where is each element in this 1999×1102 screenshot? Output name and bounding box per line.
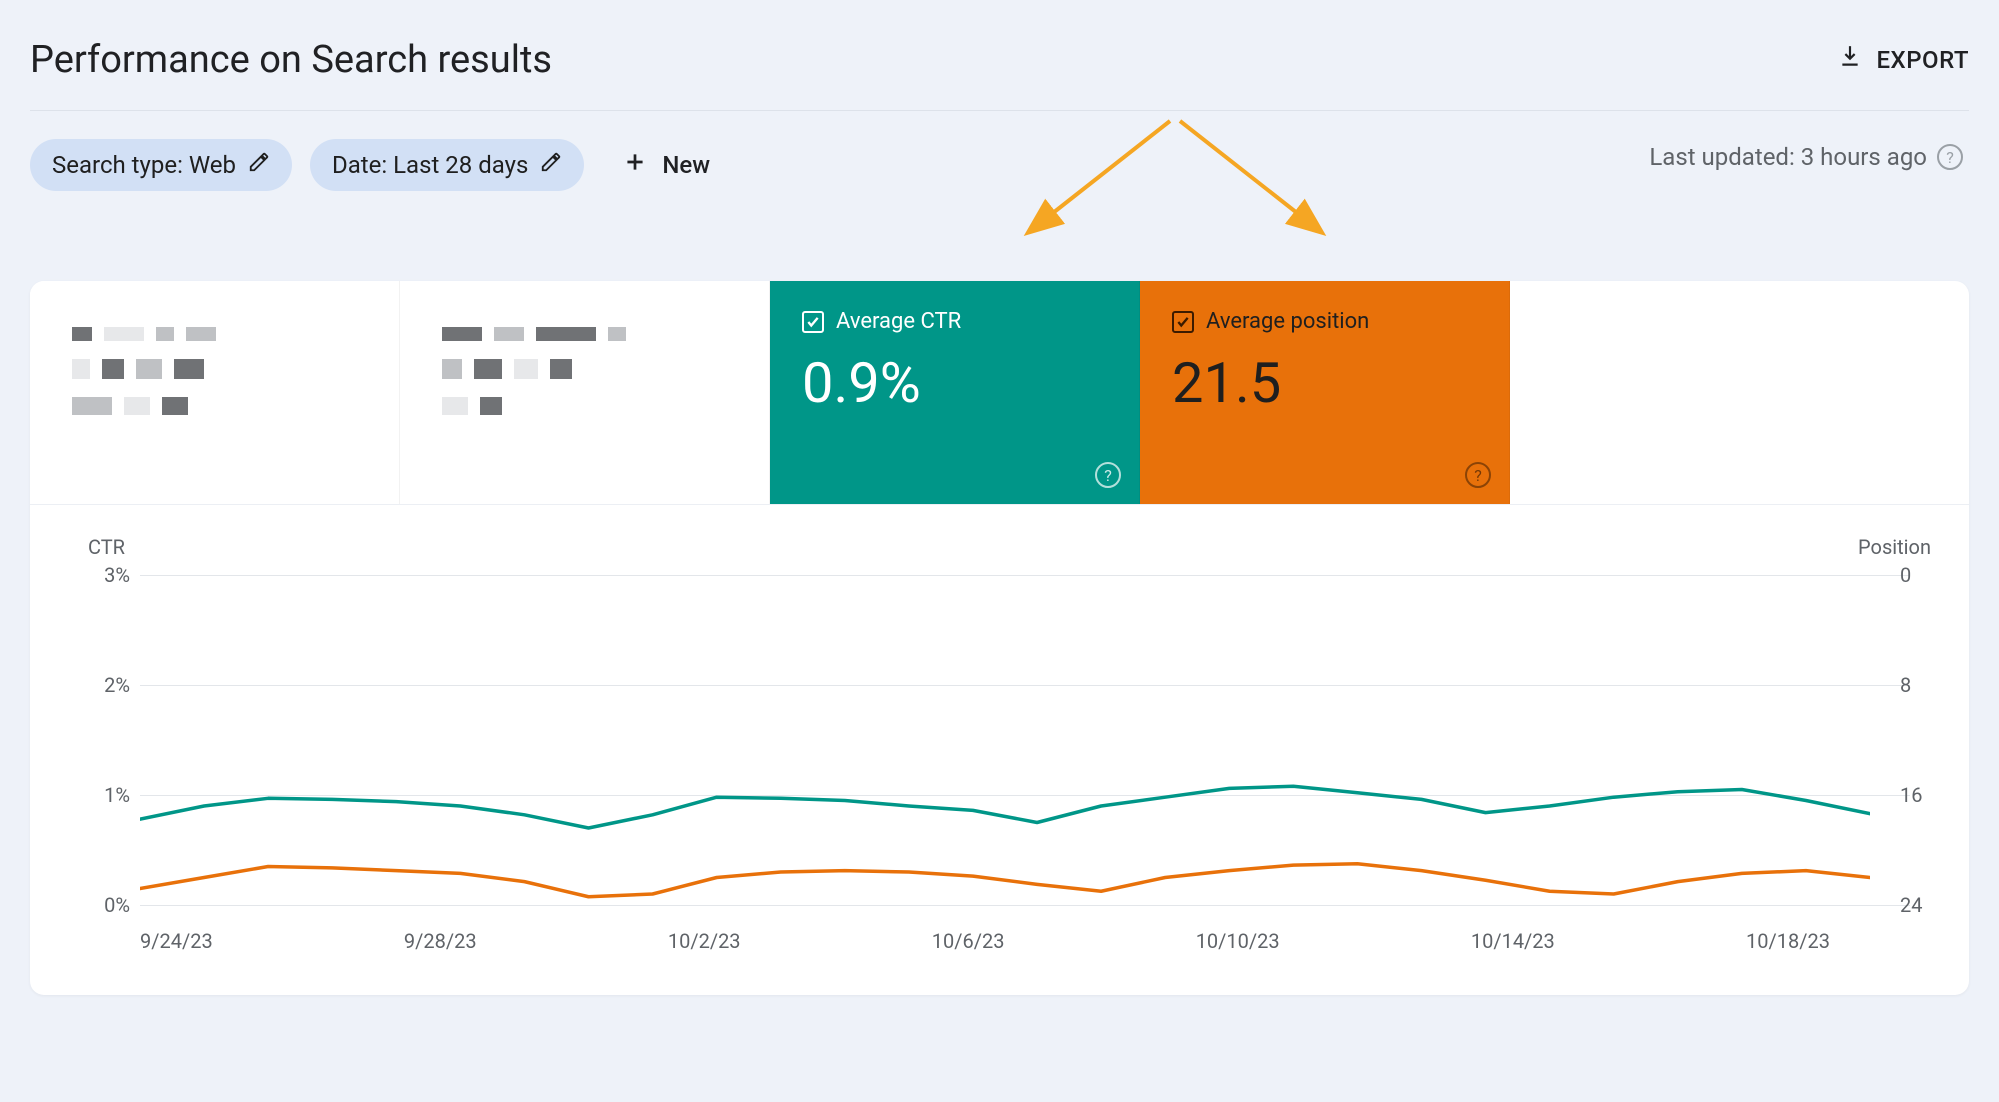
chart-plot[interactable]: 3%02%81%160%249/24/239/28/2310/2/2310/6/… — [140, 575, 1870, 905]
export-label: EXPORT — [1877, 46, 1970, 74]
chart-y-right-tick: 24 — [1900, 893, 1950, 917]
checkbox-checked-icon — [1172, 311, 1194, 333]
plus-icon — [622, 149, 648, 181]
help-icon[interactable]: ? — [1937, 144, 1963, 170]
chart-y-right-tick: 8 — [1900, 673, 1950, 697]
chart-y-right-tick: 0 — [1900, 563, 1950, 587]
header: Performance on Search results EXPORT — [30, 20, 1969, 111]
chart-y-left-tick: 2% — [80, 673, 130, 697]
help-icon[interactable]: ? — [1465, 462, 1491, 488]
filter-row: Search type: Web Date: Last 28 days New … — [30, 111, 1969, 191]
metric-ctr-label-row: Average CTR — [802, 309, 1111, 334]
chart-x-tick: 9/28/23 — [404, 929, 477, 953]
export-button[interactable]: EXPORT — [1837, 44, 1970, 76]
metric-tile-clicks[interactable] — [30, 281, 400, 504]
metric-tile-position[interactable]: Average position 21.5 ? — [1140, 281, 1510, 504]
chart-gridline — [140, 905, 1910, 906]
chart-area: CTR Position 3%02%81%160%249/24/239/28/2… — [30, 505, 1969, 995]
metric-ctr-value: 0.9% — [802, 350, 1111, 416]
chart-lines — [140, 575, 1870, 905]
page-title: Performance on Search results — [30, 38, 552, 82]
search-type-chip-label: Search type: Web — [52, 151, 236, 179]
last-updated: Last updated: 3 hours ago ? — [1649, 143, 1963, 171]
chart-x-tick: 10/10/23 — [1196, 929, 1280, 953]
help-icon[interactable]: ? — [1095, 462, 1121, 488]
annotation-arrows — [990, 111, 1370, 261]
chart-x-ticks: 9/24/23 9/28/23 10/2/23 10/6/23 10/10/23 10/1… — [140, 929, 1870, 953]
metric-position-value: 21.5 — [1172, 350, 1481, 416]
chart-series-line — [140, 786, 1870, 833]
metrics-row: Average CTR 0.9% ? Average position 21.5… — [30, 281, 1969, 505]
chart-x-tick: 9/24/23 — [140, 929, 213, 953]
redacted-content — [62, 309, 371, 484]
date-range-chip-label: Date: Last 28 days — [332, 151, 528, 179]
chart-x-tick: 10/14/23 — [1471, 929, 1555, 953]
checkbox-checked-icon — [802, 311, 824, 333]
chart-y-left-tick: 1% — [80, 783, 130, 807]
chart-y-left-tick: 3% — [80, 563, 130, 587]
chart-series-line — [140, 864, 1870, 897]
metric-ctr-label: Average CTR — [836, 309, 961, 334]
last-updated-text: Last updated: 3 hours ago — [1649, 143, 1927, 171]
chart-x-tick: 10/6/23 — [932, 929, 1005, 953]
download-icon — [1837, 44, 1863, 76]
chart-x-tick: 10/18/23 — [1746, 929, 1830, 953]
chart-y-left-tick: 0% — [80, 893, 130, 917]
metric-tile-impressions[interactable] — [400, 281, 770, 504]
add-filter-button[interactable]: New — [602, 149, 710, 181]
chart-y-right-label: Position — [1858, 535, 1931, 559]
chart-y-right-tick: 16 — [1900, 783, 1950, 807]
add-filter-label: New — [662, 151, 710, 179]
pencil-icon — [248, 151, 270, 179]
search-type-chip[interactable]: Search type: Web — [30, 139, 292, 191]
performance-card: Average CTR 0.9% ? Average position 21.5… — [30, 281, 1969, 995]
metric-position-label: Average position — [1206, 309, 1369, 334]
pencil-icon — [540, 151, 562, 179]
date-range-chip[interactable]: Date: Last 28 days — [310, 139, 584, 191]
chart-y-left-label: CTR — [88, 535, 125, 559]
redacted-content — [432, 309, 741, 484]
chart-x-tick: 10/2/23 — [668, 929, 741, 953]
metric-tile-ctr[interactable]: Average CTR 0.9% ? — [770, 281, 1140, 504]
metric-position-label-row: Average position — [1172, 309, 1481, 334]
